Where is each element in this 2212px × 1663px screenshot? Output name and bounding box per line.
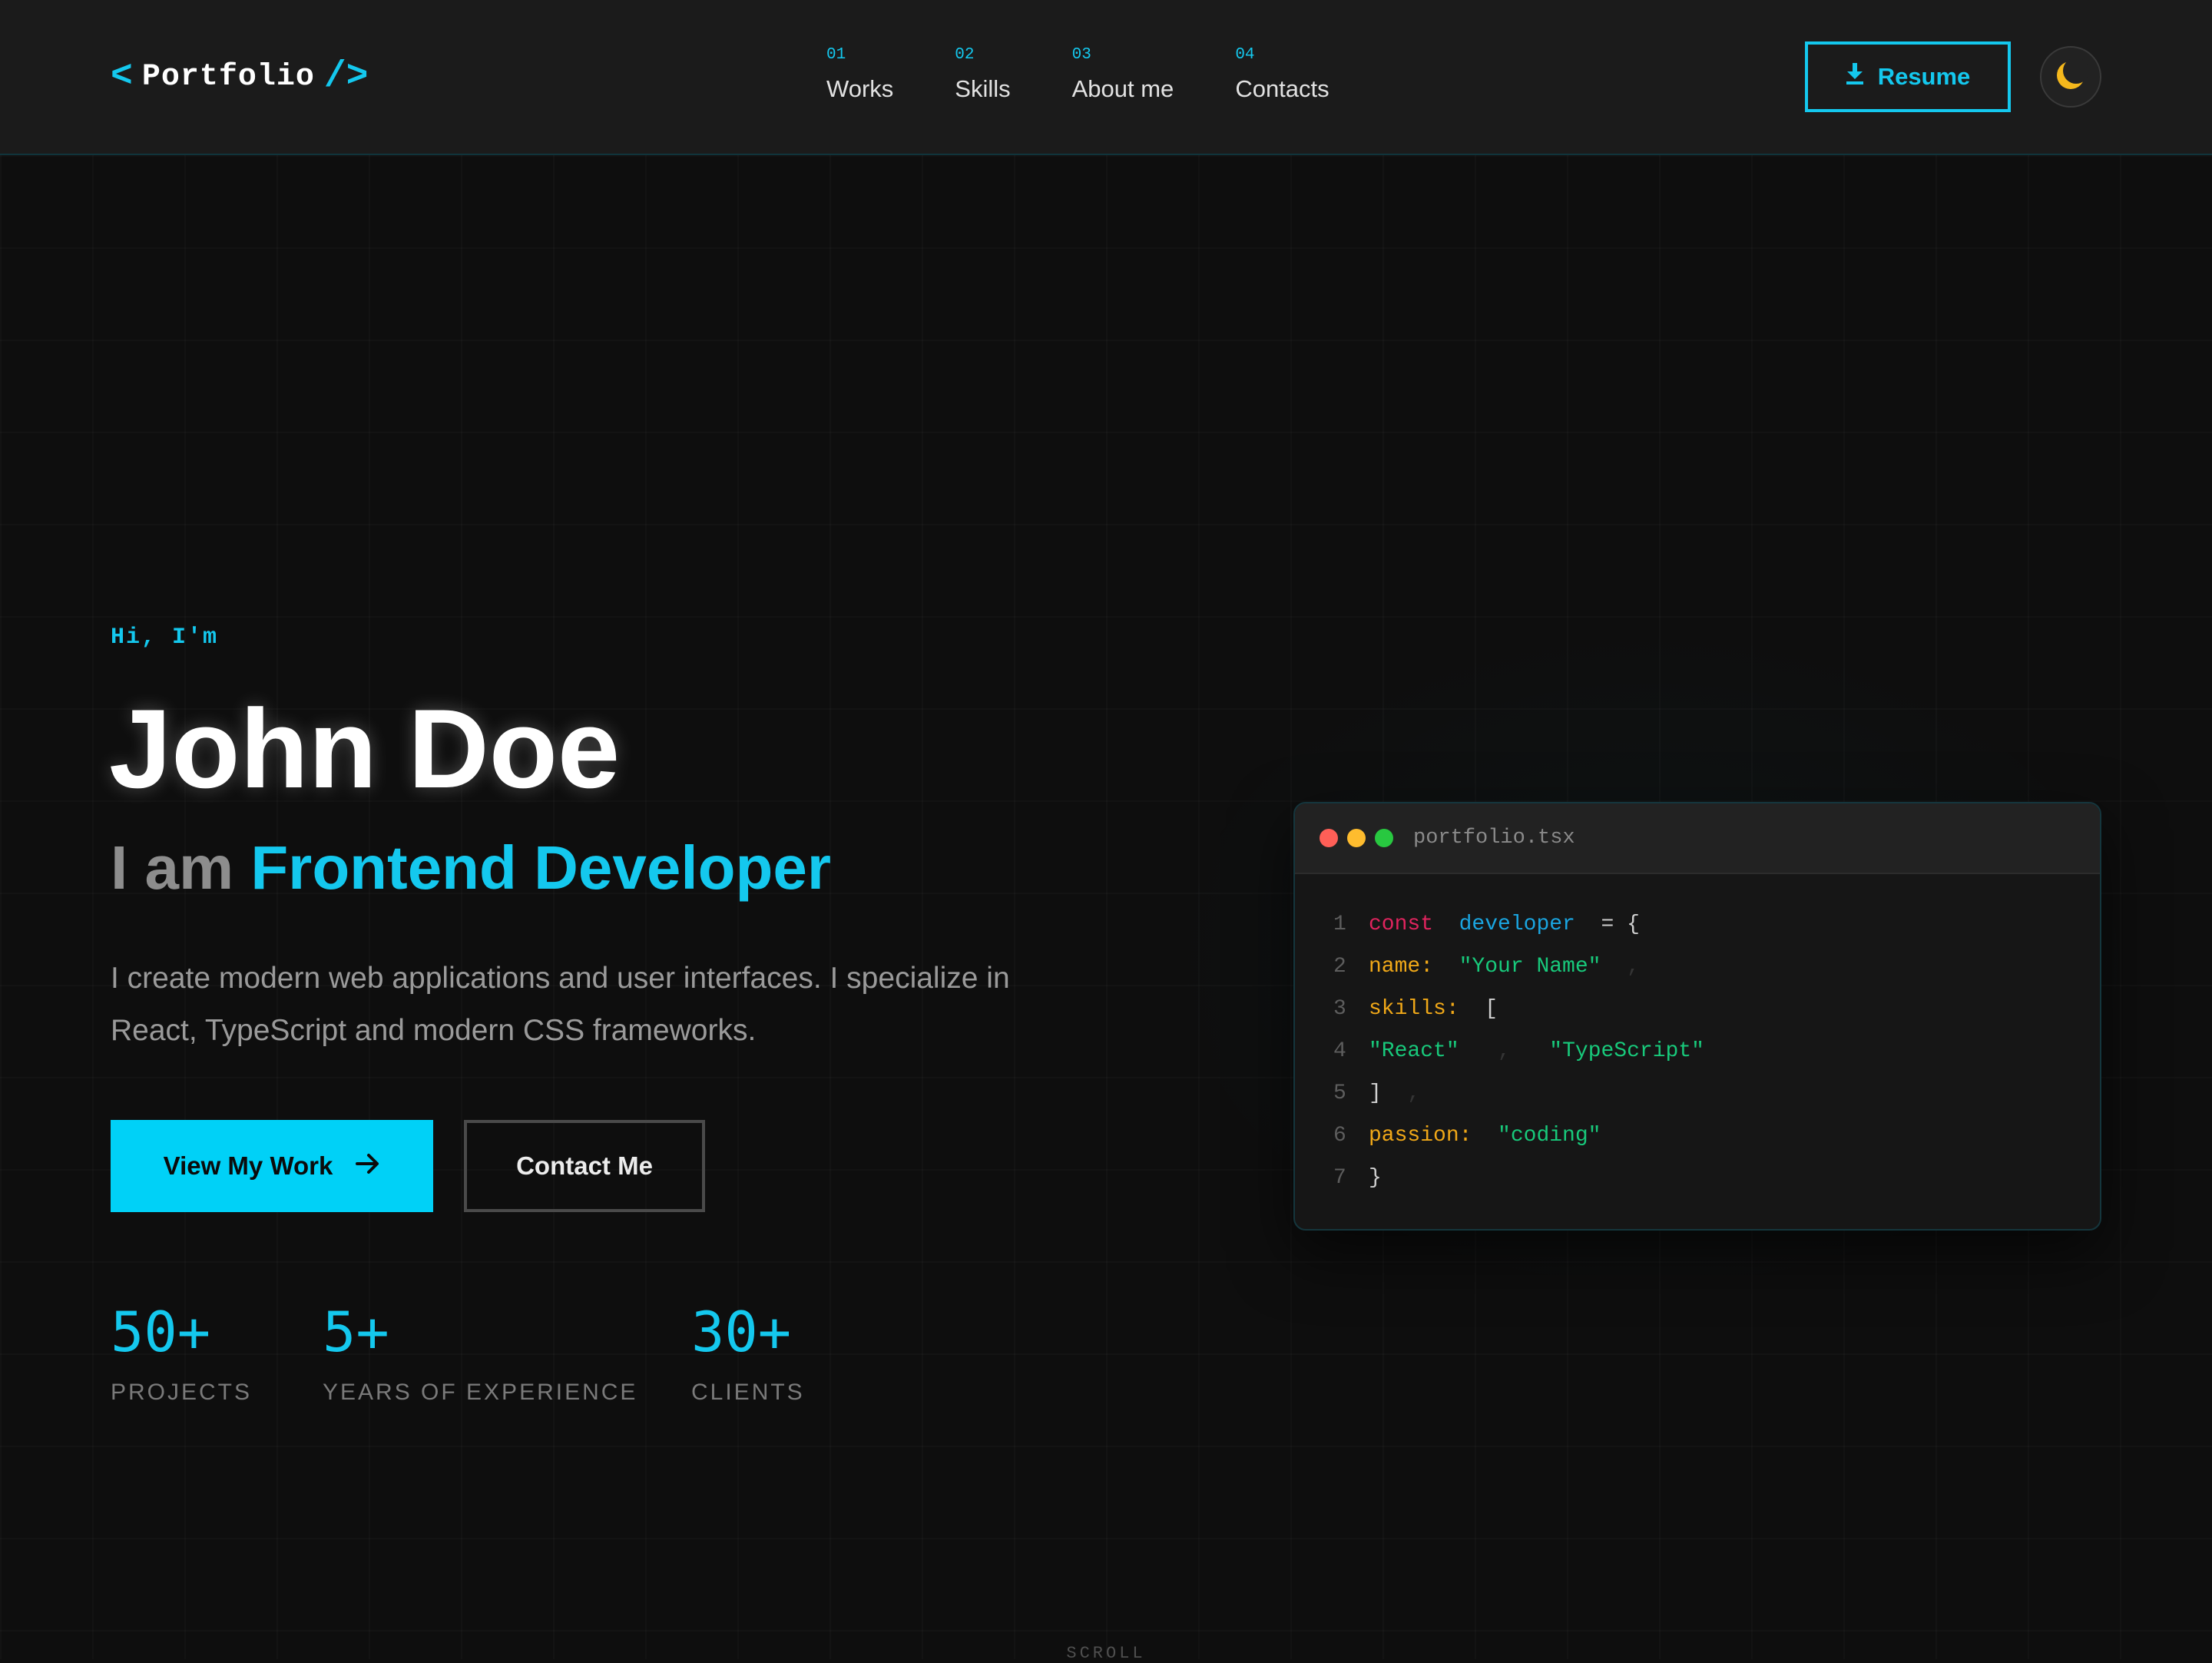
view-my-work-label: View My Work bbox=[163, 1151, 333, 1180]
resume-button-label: Resume bbox=[1877, 63, 1971, 90]
logo-name: Portfolio bbox=[141, 59, 315, 94]
stat-value: 5+ bbox=[323, 1300, 389, 1364]
code-property: name: bbox=[1369, 955, 1434, 979]
nav-item-contacts[interactable]: 04 Contacts bbox=[1235, 45, 1329, 104]
code-string: "React" bbox=[1369, 1039, 1459, 1063]
line-number: 5 bbox=[1333, 1082, 1346, 1105]
arrow-right-icon bbox=[356, 1151, 380, 1181]
code-operator: = { bbox=[1601, 913, 1640, 936]
download-icon bbox=[1846, 63, 1864, 91]
main-nav: 01 Works 02 Skills 03 About me 04 Contac… bbox=[826, 45, 1330, 104]
window-maximize-dot bbox=[1375, 829, 1393, 847]
code-line: 3 skills: [ bbox=[1333, 988, 2100, 1030]
code-punctuation: , bbox=[1498, 1039, 1511, 1063]
hero-description: I create modern web applications and use… bbox=[111, 962, 1010, 1047]
scroll-indicator[interactable]: SCROLL bbox=[1060, 1644, 1152, 1663]
logo-close-bracket: /> bbox=[323, 56, 369, 98]
code-line: 5] , bbox=[1333, 1072, 2100, 1115]
resume-button[interactable]: Resume bbox=[1805, 41, 2011, 112]
stat-experience: 5+ YEARS OF EXPERIENCE bbox=[323, 1298, 637, 1406]
window-close-dot bbox=[1320, 829, 1338, 847]
nav-item-about[interactable]: 03 About me bbox=[1072, 45, 1174, 104]
moon-icon bbox=[2054, 57, 2089, 96]
code-punctuation: , bbox=[1407, 1082, 1421, 1105]
site-header: < Portfolio /> 01 Works 02 Skills 03 Abo… bbox=[0, 0, 2212, 155]
stat-value: 50+ bbox=[111, 1300, 211, 1364]
code-body: 1 const developer = { 2 name: "Your Name" … bbox=[1295, 874, 2100, 1199]
logo[interactable]: < Portfolio /> bbox=[111, 56, 369, 98]
stat-label: PROJECTS bbox=[111, 1380, 253, 1405]
stat-label: YEARS OF EXPERIENCE bbox=[323, 1380, 638, 1405]
line-number: 1 bbox=[1333, 913, 1346, 936]
code-string: "coding" bbox=[1498, 1124, 1601, 1148]
code-line: 1 const developer = { bbox=[1333, 903, 2100, 946]
code-keyword: const bbox=[1369, 913, 1434, 936]
line-number: 3 bbox=[1333, 997, 1346, 1021]
nav-item-number: 03 bbox=[1071, 46, 1091, 64]
nav-item-label: About me bbox=[1071, 75, 1174, 102]
line-number: 6 bbox=[1333, 1124, 1346, 1148]
stat-label: CLIENTS bbox=[691, 1380, 805, 1405]
code-filename: portfolio.tsx bbox=[1413, 827, 1575, 850]
code-window: portfolio.tsx 1 const developer = { 2 name… bbox=[1293, 802, 2101, 1231]
line-number: 4 bbox=[1333, 1039, 1346, 1063]
code-punctuation: } bbox=[1369, 1166, 1382, 1190]
nav-item-works[interactable]: 01 Works bbox=[826, 45, 893, 104]
code-string: "TypeScript" bbox=[1549, 1039, 1704, 1063]
code-window-titlebar: portfolio.tsx bbox=[1295, 803, 2100, 874]
code-line: 6 passion: "coding" bbox=[1333, 1115, 2100, 1157]
hero-name: John Doe bbox=[109, 686, 621, 811]
code-string: "Your Name" bbox=[1459, 955, 1601, 979]
nav-item-skills[interactable]: 02 Skills bbox=[955, 45, 1010, 104]
code-line: 4 "React" , "TypeScript" bbox=[1333, 1030, 2100, 1072]
code-punctuation: ] bbox=[1369, 1082, 1382, 1105]
role-title: Frontend Developer bbox=[250, 833, 831, 902]
nav-item-label: Contacts bbox=[1235, 75, 1330, 102]
view-my-work-button[interactable]: View My Work bbox=[111, 1120, 433, 1212]
role-prefix: I am bbox=[111, 833, 234, 902]
code-property: passion: bbox=[1369, 1124, 1472, 1148]
stat-value: 30+ bbox=[691, 1300, 792, 1364]
nav-item-number: 04 bbox=[1235, 46, 1255, 64]
code-operator: [ bbox=[1485, 997, 1498, 1021]
contact-me-button[interactable]: Contact Me bbox=[464, 1120, 705, 1212]
logo-open-bracket: < bbox=[111, 56, 133, 98]
code-line: 7} bbox=[1333, 1157, 2100, 1199]
nav-item-label: Skills bbox=[955, 75, 1011, 102]
nav-item-number: 02 bbox=[955, 46, 975, 64]
code-property: skills: bbox=[1369, 997, 1459, 1021]
code-variable: developer bbox=[1459, 913, 1575, 936]
contact-me-label: Contact Me bbox=[516, 1151, 653, 1180]
line-number: 7 bbox=[1333, 1166, 1346, 1190]
stat-projects: 50+ PROJECTS bbox=[111, 1298, 252, 1406]
hero-role: I am Frontend Developer bbox=[111, 830, 831, 906]
code-punctuation: , bbox=[1627, 955, 1640, 979]
theme-toggle[interactable] bbox=[2040, 46, 2101, 108]
nav-item-label: Works bbox=[826, 75, 894, 102]
line-number: 2 bbox=[1333, 955, 1346, 979]
window-minimize-dot bbox=[1347, 829, 1366, 847]
hero-greeting: Hi, I'm bbox=[111, 624, 219, 651]
code-line: 2 name: "Your Name" , bbox=[1333, 946, 2100, 988]
stat-clients: 30+ CLIENTS bbox=[691, 1298, 805, 1406]
nav-item-number: 01 bbox=[826, 46, 846, 64]
